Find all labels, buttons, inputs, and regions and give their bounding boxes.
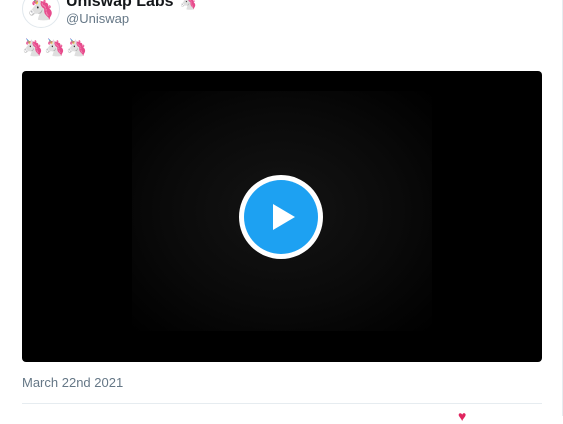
play-button[interactable] [239,175,323,259]
author-display-name[interactable]: Uniswap Labs [66,0,174,11]
unicorn-name-icon: 🦄 [179,0,198,10]
tweet-card: 🦄 Uniswap Labs 🦄 @Uniswap 🦄🦄🦄 March 22nd… [0,0,563,424]
play-icon [273,204,295,230]
author-handle[interactable]: @Uniswap [66,11,129,26]
author-name-row: Uniswap Labs 🦄 [66,0,197,11]
tweet-date[interactable]: March 22nd 2021 [22,375,123,390]
heart-icon[interactable]: ♥ [458,408,466,424]
divider [22,403,542,404]
tweet-text: 🦄🦄🦄 [22,38,89,57]
video-player[interactable] [22,71,542,362]
unicorn-avatar-icon: 🦄 [27,0,55,21]
play-button-circle [244,180,318,254]
avatar[interactable]: 🦄 [22,0,60,28]
